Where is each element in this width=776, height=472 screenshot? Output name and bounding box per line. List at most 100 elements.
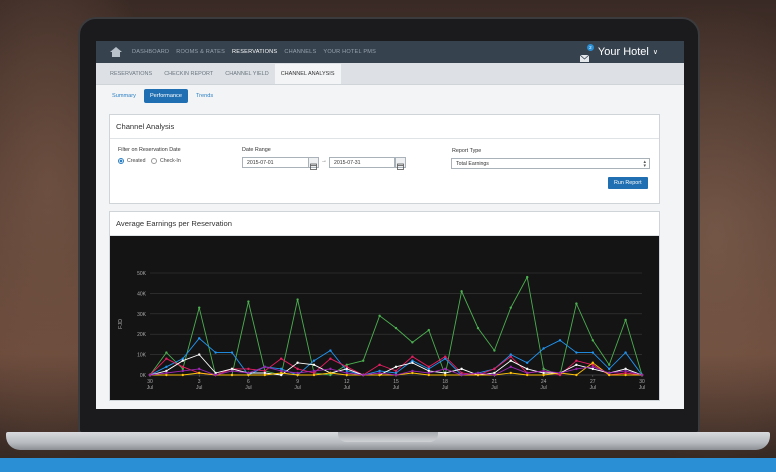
- data-point: [181, 373, 184, 377]
- data-point: [444, 355, 447, 358]
- data-point: [329, 357, 332, 360]
- data-point: [378, 371, 381, 375]
- data-point: [181, 365, 184, 369]
- data-point: [198, 353, 201, 356]
- reservation-filter-label: Filter on Reservation Date: [118, 147, 181, 153]
- data-point: [509, 355, 512, 358]
- data-point: [280, 369, 283, 373]
- sub-navigation: RESERVATIONS CHECKIN REPORT CHANNEL YIEL…: [96, 63, 684, 85]
- x-tick-month: Jul: [590, 385, 596, 391]
- channel-analysis-panel: Channel Analysis Filter on Reservation D…: [109, 114, 660, 204]
- data-point: [198, 306, 201, 309]
- data-point: [509, 359, 512, 362]
- data-point: [575, 351, 578, 354]
- nav-item-rooms-rates[interactable]: ROOMS & RATES: [176, 49, 225, 55]
- data-point: [181, 359, 184, 362]
- hotel-name[interactable]: Your Hotel: [598, 46, 649, 58]
- data-point: [624, 369, 627, 373]
- nav-item-hotel-pms[interactable]: YOUR HOTEL PMS: [323, 49, 376, 55]
- data-point: [329, 367, 332, 371]
- data-point: [526, 361, 529, 364]
- data-point: [427, 328, 430, 332]
- data-point: [214, 351, 217, 354]
- subnav-reservations[interactable]: RESERVATIONS: [104, 71, 158, 84]
- radio-checkin-indicator[interactable]: [151, 158, 157, 164]
- top-navigation: DASHBOARD ROOMS & RATES RESERVATIONS CHA…: [96, 41, 684, 63]
- data-point: [165, 357, 168, 360]
- data-point: [296, 371, 299, 375]
- subnav-checkin-report[interactable]: CHECKIN REPORT: [158, 71, 219, 84]
- data-point: [575, 363, 578, 366]
- data-point: [312, 363, 316, 366]
- data-point: [312, 373, 316, 377]
- data-point: [345, 371, 348, 375]
- nav-item-dashboard[interactable]: DASHBOARD: [132, 49, 169, 55]
- data-point: [280, 357, 283, 360]
- data-point: [575, 373, 578, 377]
- run-report-button[interactable]: Run Report: [608, 177, 648, 189]
- data-point: [460, 373, 463, 377]
- home-icon[interactable]: [110, 47, 122, 57]
- data-point: [378, 314, 381, 318]
- data-point: [624, 373, 627, 377]
- data-point: [558, 339, 562, 342]
- tab-summary[interactable]: Summary: [106, 89, 142, 103]
- subnav-channel-yield[interactable]: CHANNEL YIELD: [219, 71, 274, 84]
- tab-trends[interactable]: Trends: [190, 89, 219, 103]
- chevron-down-icon[interactable]: ∨: [653, 48, 658, 56]
- y-axis-label: FJD: [118, 319, 124, 329]
- nav-item-reservations[interactable]: RESERVATIONS: [232, 49, 277, 55]
- bottom-accent-bar: [0, 458, 776, 472]
- data-point: [444, 367, 447, 371]
- data-point: [345, 365, 348, 369]
- data-point: [493, 367, 496, 371]
- x-tick-month: Jul: [639, 385, 645, 391]
- x-tick-month: Jul: [491, 385, 497, 391]
- data-point: [263, 373, 266, 377]
- filter-body: Filter on Reservation Date Created Check…: [110, 139, 659, 203]
- data-point: [493, 349, 496, 352]
- data-point: [558, 371, 562, 375]
- date-range-label: Date Range: [242, 147, 271, 153]
- data-point: [542, 347, 545, 350]
- data-point: [591, 365, 594, 369]
- date-to-input[interactable]: 2015-07-31: [329, 157, 395, 168]
- data-point: [640, 373, 644, 377]
- x-tick-month: Jul: [344, 385, 350, 391]
- earnings-chart-panel: Average Earnings per Reservation 0K 10K 20…: [109, 211, 660, 401]
- data-point: [198, 337, 201, 340]
- radio-checkin[interactable]: Check-In: [151, 158, 181, 164]
- y-tick-label: 40K: [137, 291, 147, 297]
- data-point: [575, 367, 578, 371]
- x-tick-month: Jul: [540, 385, 546, 391]
- calendar-icon[interactable]: [308, 157, 319, 170]
- data-point: [247, 367, 250, 371]
- data-point: [591, 339, 594, 342]
- radio-created-label: Created: [127, 158, 146, 164]
- x-tick-month: Jul: [196, 385, 202, 391]
- data-point: [427, 371, 430, 375]
- data-point: [394, 365, 398, 369]
- data-point: [476, 326, 480, 330]
- data-point: [362, 373, 365, 377]
- data-point: [214, 373, 217, 377]
- data-point: [460, 367, 463, 371]
- data-point: [148, 373, 152, 377]
- radio-created-indicator[interactable]: [118, 158, 124, 164]
- data-point: [411, 361, 414, 364]
- y-tick-label: 20K: [137, 332, 147, 338]
- mail-icon[interactable]: 2: [579, 43, 594, 62]
- report-type-select[interactable]: Total Earnings ▴ ▾: [451, 158, 650, 169]
- y-tick-label: 0K: [140, 373, 147, 379]
- radio-created[interactable]: Created: [118, 158, 145, 164]
- data-point: [526, 275, 529, 279]
- tab-performance[interactable]: Performance: [143, 89, 188, 103]
- nav-item-channels[interactable]: CHANNELS: [284, 49, 316, 55]
- data-point: [247, 371, 250, 375]
- data-point: [165, 365, 168, 369]
- date-from-input[interactable]: 2015-07-01: [242, 157, 309, 168]
- subnav-channel-analysis[interactable]: CHANNEL ANALYSIS: [274, 64, 341, 84]
- data-point: [230, 351, 234, 354]
- data-point: [509, 306, 512, 309]
- calendar-icon[interactable]: [395, 157, 406, 170]
